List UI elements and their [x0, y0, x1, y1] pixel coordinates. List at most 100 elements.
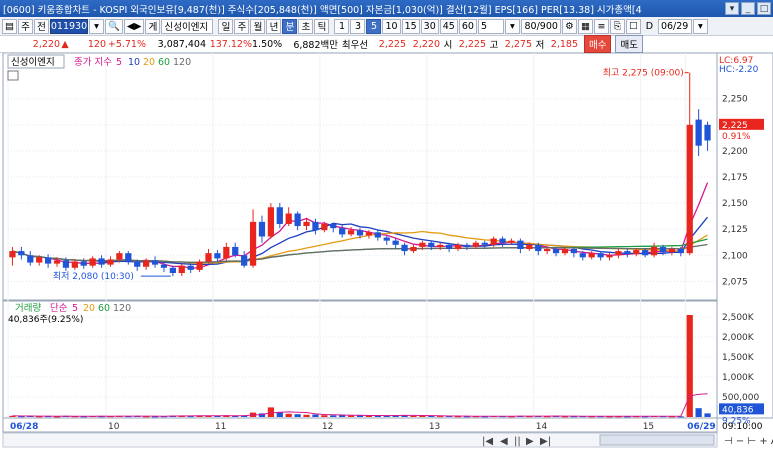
- candle-body: [499, 238, 506, 243]
- sell-button[interactable]: 매도: [615, 35, 643, 53]
- volume-y-tick-3: 1,000K: [722, 373, 755, 383]
- scope-select[interactable]: 전: [34, 18, 49, 34]
- mode-button[interactable]: 게: [145, 18, 161, 34]
- current-volume-tag-text: 40,836: [722, 405, 754, 415]
- volume-bar: [312, 414, 319, 417]
- candle-body: [330, 223, 337, 229]
- maximize-icon[interactable]: □: [757, 2, 771, 15]
- unit-month[interactable]: 월: [250, 18, 266, 34]
- tool-icon-4[interactable]: ⎘: [609, 18, 625, 34]
- minute-30[interactable]: 30: [420, 18, 439, 34]
- scroll-next-icon[interactable]: ▶: [526, 436, 534, 447]
- candle-body: [178, 265, 185, 273]
- volume-bar: [303, 414, 310, 417]
- code-dropdown-icon[interactable]: ▾: [89, 18, 104, 34]
- low-label: 저: [535, 40, 545, 51]
- candle-body: [125, 253, 132, 262]
- minute-5[interactable]: 5: [366, 18, 382, 34]
- candle-body: [686, 124, 693, 254]
- interval-dropdown-icon[interactable]: ▾: [504, 18, 520, 34]
- max-price-label: 최고 2,275 (09:00): [603, 68, 684, 79]
- calendar-icon[interactable]: ▾: [692, 18, 708, 34]
- candle-body: [169, 267, 176, 273]
- minute-45[interactable]: 45: [439, 18, 458, 34]
- candle-body: [151, 260, 159, 265]
- candle-body: [659, 246, 667, 253]
- date-input[interactable]: 06/29: [657, 18, 692, 34]
- x-tick-2: 11: [215, 422, 226, 432]
- unit-tick[interactable]: 틱: [314, 18, 330, 34]
- candle-body: [89, 258, 96, 266]
- tool-icon-1[interactable]: ⚙: [561, 18, 577, 34]
- menu-icon[interactable]: ▾: [725, 2, 739, 15]
- candle-body: [374, 232, 381, 238]
- candle-body: [214, 253, 221, 259]
- volume-bar: [267, 407, 275, 417]
- volume-bar: [330, 415, 337, 417]
- price-y-tick-3: 2,175: [722, 173, 748, 183]
- candle-body: [454, 244, 462, 249]
- scroll-thumb[interactable]: [599, 434, 715, 446]
- candle-body: [526, 244, 533, 249]
- scroll-last-icon[interactable]: ▶|: [540, 436, 551, 447]
- candle-body: [579, 253, 586, 258]
- stock-code-input[interactable]: 011930: [50, 18, 88, 34]
- interval-input[interactable]: 5: [477, 18, 504, 34]
- minimize-icon[interactable]: _: [741, 2, 755, 15]
- best-ask: 2,220: [412, 38, 440, 50]
- x-tick-6: 15: [643, 422, 654, 432]
- x-tick-5: 14: [536, 422, 548, 432]
- chart-menu-icon[interactable]: ▤: [2, 18, 17, 34]
- unit-minute[interactable]: 분: [282, 18, 298, 34]
- volume-legend-ma: 단순: [50, 303, 68, 314]
- candle-body: [695, 119, 702, 146]
- scroll-first-icon[interactable]: |◀: [482, 436, 493, 447]
- table-icon[interactable]: [7, 70, 19, 81]
- price-change-pct: +5.71%: [107, 38, 146, 50]
- minute-3[interactable]: 3: [350, 18, 366, 34]
- buy-button[interactable]: 매수: [584, 35, 612, 53]
- d-checkbox[interactable]: ☐: [625, 18, 641, 34]
- unit-day[interactable]: 일: [218, 18, 234, 34]
- tool-icon-3[interactable]: ≡: [593, 18, 609, 34]
- candle-body: [27, 255, 34, 263]
- view-count-input[interactable]: 80/900: [520, 18, 561, 34]
- volume-legend-ma-60: 60: [98, 303, 110, 314]
- minute-15[interactable]: 15: [401, 18, 420, 34]
- minute-60[interactable]: 60: [458, 18, 477, 34]
- candle-body: [160, 264, 168, 268]
- search-icon[interactable]: 🔍: [105, 18, 123, 34]
- candle-body: [241, 255, 248, 266]
- tool-icon-2[interactable]: ▦: [577, 18, 593, 34]
- candle-body: [107, 259, 114, 265]
- unit-year[interactable]: 년: [266, 18, 282, 34]
- volume-legend-ma-120: 120: [113, 303, 131, 314]
- minute-10[interactable]: 10: [382, 18, 401, 34]
- legend-ma-60: 60: [158, 57, 170, 68]
- candle-body: [437, 244, 444, 247]
- minute-1[interactable]: 1: [334, 18, 350, 34]
- period-select[interactable]: 주: [18, 18, 33, 34]
- unit-week[interactable]: 주: [234, 18, 250, 34]
- stock-chart[interactable]: 신성이엔지 종가 지수 5 10 20 60 120 LC:6.97 HC:-2…: [0, 53, 773, 452]
- unit-second[interactable]: 초: [298, 18, 314, 34]
- candle-body: [294, 213, 301, 227]
- current-price-tag-text: 2,225: [722, 121, 748, 131]
- stock-name-field[interactable]: 신성이엔지: [161, 18, 214, 34]
- candle-body: [53, 260, 61, 264]
- scroll-pause-icon[interactable]: ||: [514, 436, 521, 447]
- candle-body: [347, 230, 355, 235]
- volume-bar: [276, 412, 283, 417]
- scroll-prev-icon[interactable]: ◀: [500, 436, 508, 447]
- trade-amount: 6,882백만: [293, 40, 338, 51]
- legend-ma-10: 10: [128, 57, 140, 68]
- candle-body: [481, 242, 488, 245]
- candle-body: [196, 261, 203, 270]
- candle-body: [98, 258, 105, 265]
- candle-body: [18, 251, 25, 256]
- zoom-controls-icon[interactable]: ⊣ − ⊢ + A: [724, 436, 773, 447]
- x-tick-3: 12: [322, 422, 333, 432]
- prev-next-icon[interactable]: ◀▶: [123, 18, 145, 34]
- candle-body: [36, 257, 43, 263]
- candle-body: [62, 260, 70, 268]
